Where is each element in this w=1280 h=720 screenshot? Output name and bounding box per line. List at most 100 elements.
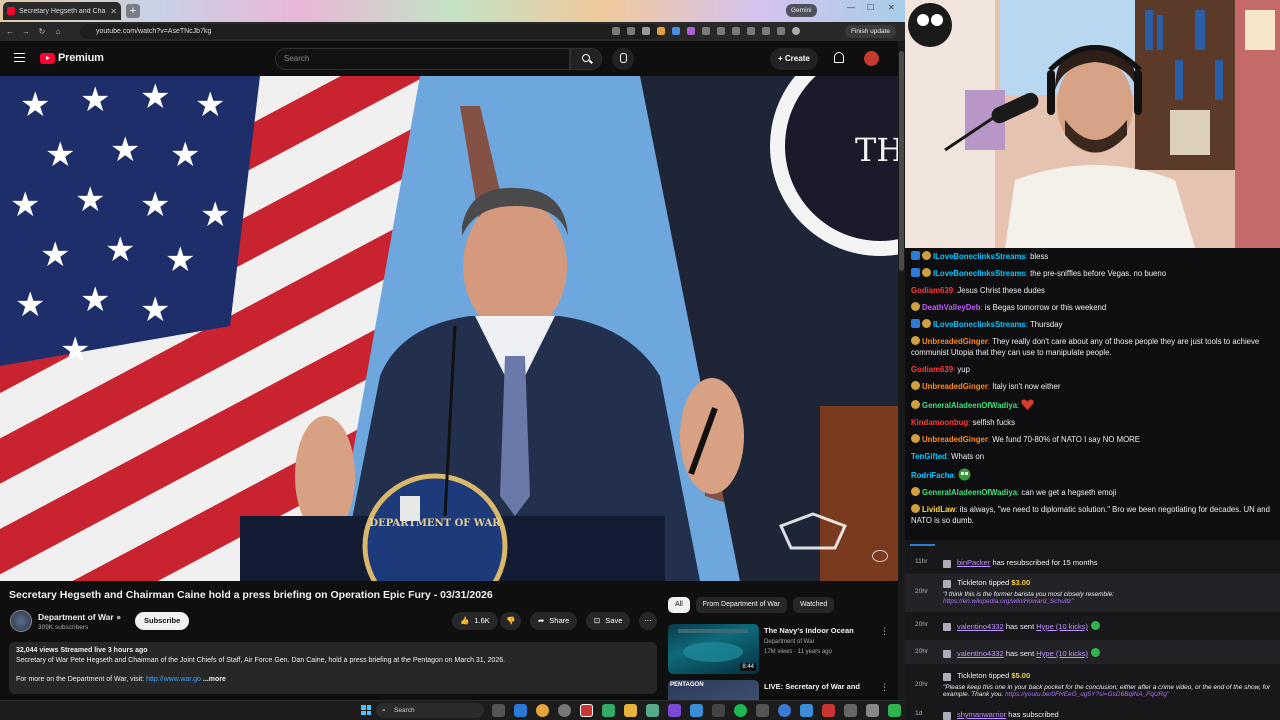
browser-tab[interactable]: Secretary Hegseth and Cha ✕ <box>3 2 121 20</box>
extension-icon[interactable] <box>612 27 620 35</box>
search-button[interactable] <box>570 48 602 70</box>
show-more-link[interactable]: ...more <box>203 676 226 683</box>
activity-user[interactable]: valentino4332 <box>957 622 1004 631</box>
tab-close-icon[interactable]: ✕ <box>110 7 117 16</box>
chat-username[interactable]: ILoveBoneclinksStreams <box>933 252 1026 261</box>
minimize-icon[interactable]: — <box>847 3 855 12</box>
extension-icon[interactable] <box>777 27 785 35</box>
forward-icon[interactable]: → <box>20 27 32 36</box>
app-icon[interactable] <box>602 704 615 717</box>
chip-from-channel[interactable]: From Department of War <box>695 597 787 613</box>
profile-icon[interactable] <box>792 27 800 35</box>
recommendation-thumbnail[interactable]: 8:44 <box>668 624 759 674</box>
extension-icon[interactable] <box>672 27 680 35</box>
close-window-icon[interactable]: ✕ <box>888 3 895 12</box>
app-icon[interactable] <box>844 704 857 717</box>
edge-icon[interactable] <box>514 704 527 717</box>
youtube-logo[interactable]: Premium <box>40 52 104 64</box>
like-button[interactable]: 👍 1.6K <box>452 612 498 630</box>
voice-search-icon[interactable] <box>612 48 634 70</box>
chat-username[interactable]: RodriFacha <box>911 471 954 480</box>
chat-username[interactable]: GeneralAladeenOfWadiya <box>922 401 1017 410</box>
back-icon[interactable]: ← <box>4 27 16 36</box>
file-explorer-icon[interactable] <box>624 704 637 717</box>
chrome-icon[interactable] <box>536 704 549 717</box>
more-actions-button[interactable]: ⋯ <box>639 612 657 630</box>
recommendation-thumbnail[interactable]: PENTAGON <box>668 680 759 700</box>
extension-icon[interactable] <box>702 27 710 35</box>
activity-user[interactable]: valentino4332 <box>957 649 1004 658</box>
chat-username[interactable]: ILoveBoneclinksStreams <box>933 320 1026 329</box>
menu-icon[interactable] <box>14 53 25 62</box>
app-icon[interactable] <box>668 704 681 717</box>
scrollbar-thumb[interactable] <box>899 51 904 271</box>
star-icon[interactable] <box>642 27 650 35</box>
extension-icon[interactable] <box>627 27 635 35</box>
extension-icon[interactable] <box>687 27 695 35</box>
chip-watched[interactable]: Watched <box>792 597 835 613</box>
maps-pin-icon[interactable] <box>822 704 835 717</box>
activity-user[interactable]: Tickleton <box>957 671 987 680</box>
gemini-button[interactable]: Gemini <box>786 4 817 17</box>
chat-username[interactable]: ILoveBoneclinksStreams <box>933 269 1026 278</box>
chat-username[interactable]: DeathValleyDeb <box>922 303 981 312</box>
tip-link[interactable]: https://en.wikipedia.org/wiki/Howard_Sch… <box>943 598 1074 605</box>
chat-username[interactable]: TenGifted <box>911 452 947 461</box>
recommendation-item[interactable]: PENTAGON LIVE: Secretary of War and ⋮ <box>668 680 898 700</box>
app-icon[interactable] <box>800 704 813 717</box>
video-player[interactable]: ★ ★ ★ ★ ★ ★ ★ ★ ★ ★ ★ ★ ★ ★ ★ ★ ★ ★ TH D… <box>0 76 898 581</box>
active-app-icon[interactable] <box>580 704 593 717</box>
chip-all[interactable]: All <box>668 597 690 613</box>
reload-icon[interactable]: ↻ <box>36 27 48 36</box>
maximize-icon[interactable]: ☐ <box>867 3 874 12</box>
chat-username[interactable]: Godiam639 <box>911 286 953 295</box>
finish-update-button[interactable]: Finish update <box>845 25 897 38</box>
spotify-icon[interactable] <box>734 704 747 717</box>
chat-username[interactable]: UnbreadedGinger <box>922 435 988 444</box>
search-input[interactable]: Search <box>275 48 570 70</box>
description-link[interactable]: http://www.war.go <box>146 676 201 683</box>
create-button[interactable]: + Create <box>770 48 818 70</box>
app-icon[interactable] <box>558 704 571 717</box>
app-icon[interactable] <box>888 704 901 717</box>
channel-name[interactable]: Department of War ● <box>38 612 121 622</box>
chat-username[interactable]: GeneralAladeenOfWadiya <box>922 488 1017 497</box>
recommendation-title[interactable]: LIVE: Secretary of War and <box>764 682 884 691</box>
chat-username[interactable]: Kindamoonbug <box>911 418 968 427</box>
app-icon[interactable] <box>756 704 769 717</box>
recommendation-channel[interactable]: Department of War <box>764 639 814 645</box>
address-bar[interactable]: youtube.com/watch?v=AseTNcJb7kg <box>80 24 660 39</box>
account-avatar[interactable] <box>864 51 879 66</box>
app-icon[interactable] <box>690 704 703 717</box>
activity-user[interactable]: Tickleton <box>957 578 987 587</box>
home-icon[interactable]: ⌂ <box>52 27 64 36</box>
tip-link[interactable]: https://youtu.be/0FHEeG_ug5Y?si=GsD6BqlN… <box>1005 691 1169 698</box>
share-button[interactable]: ➦ Share <box>530 612 578 630</box>
kebab-menu-icon[interactable]: ⋮ <box>880 682 889 693</box>
task-view-icon[interactable] <box>492 704 505 717</box>
extension-icon[interactable] <box>717 27 725 35</box>
app-icon[interactable] <box>712 704 725 717</box>
kebab-menu-icon[interactable]: ⋮ <box>880 626 889 637</box>
chat-username[interactable]: LividLaw <box>922 505 955 514</box>
app-icon[interactable] <box>866 704 879 717</box>
new-tab-button[interactable]: + <box>126 4 140 18</box>
extension-icon[interactable] <box>747 27 755 35</box>
channel-avatar[interactable] <box>10 610 32 632</box>
description-box[interactable]: 32,044 views Streamed live 3 hours ago S… <box>9 642 657 694</box>
extension-icon[interactable] <box>762 27 770 35</box>
chat-username[interactable]: UnbreadedGinger <box>922 337 988 346</box>
subscribe-button[interactable]: Subscribe <box>135 612 190 630</box>
notifications-icon[interactable] <box>834 52 844 63</box>
activity-user[interactable]: binPacker <box>957 558 990 567</box>
recommendation-title[interactable]: The Navy's Indoor Ocean <box>764 626 884 635</box>
chat-username[interactable]: UnbreadedGinger <box>922 382 988 391</box>
taskbar-search[interactable]: ⌕ Search <box>376 703 484 718</box>
page-scrollbar[interactable] <box>898 41 905 700</box>
extension-icon[interactable] <box>732 27 740 35</box>
windows-start-icon[interactable] <box>361 705 371 715</box>
save-button[interactable]: ⊡ Save <box>586 612 631 630</box>
recommendation-item[interactable]: 8:44 The Navy's Indoor Ocean Department … <box>668 624 898 674</box>
chat-username[interactable]: Godiam639 <box>911 365 953 374</box>
app-icon[interactable] <box>646 704 659 717</box>
